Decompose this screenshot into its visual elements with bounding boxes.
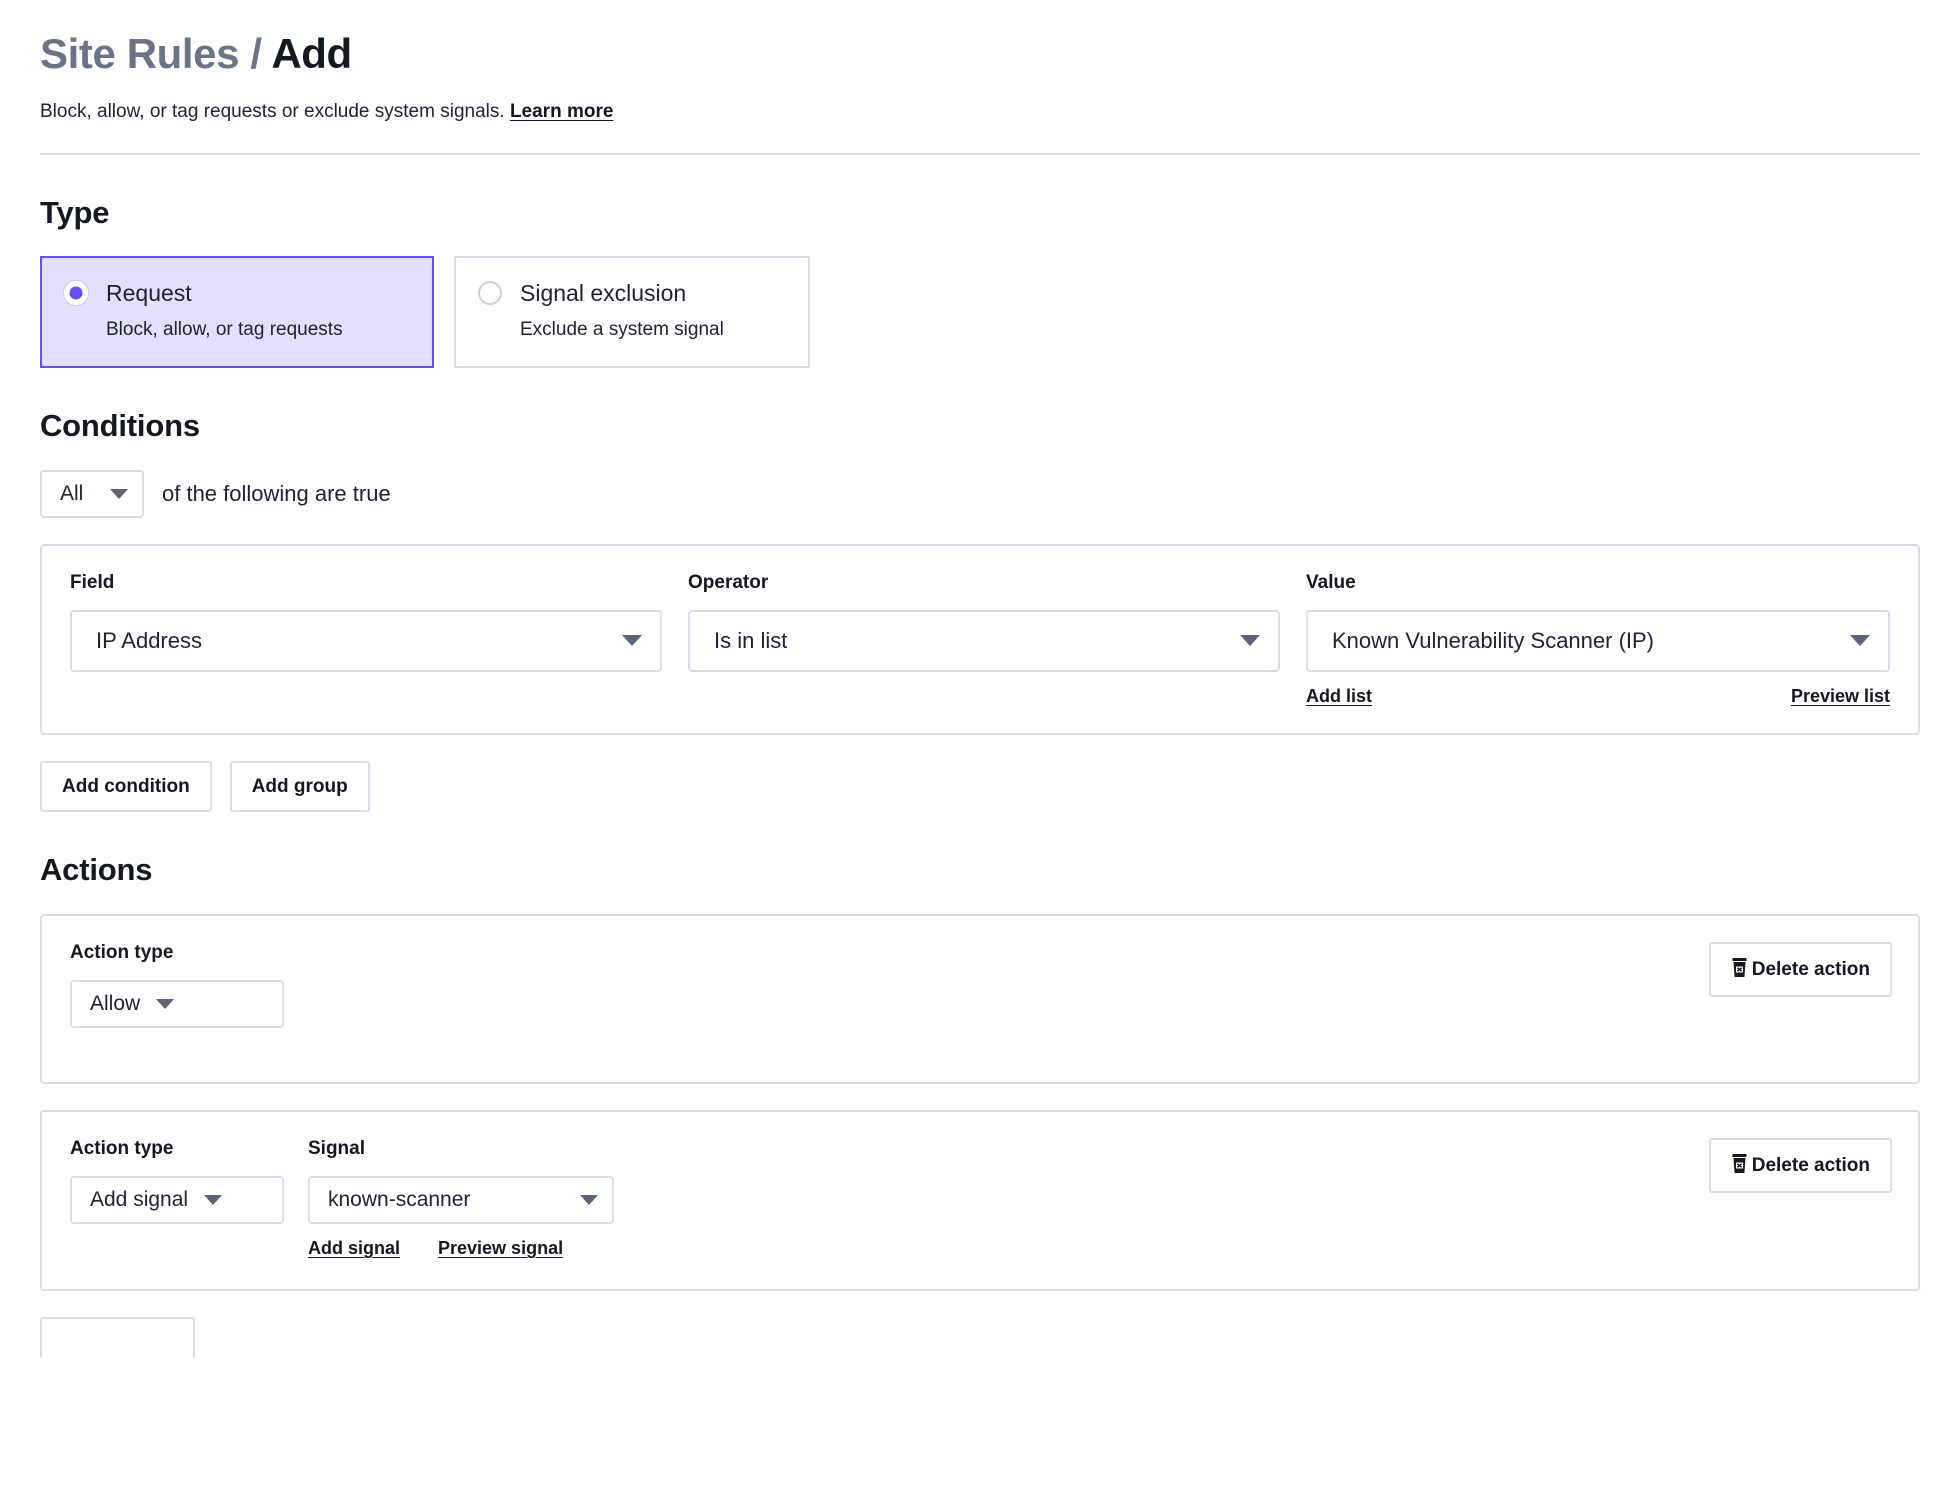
radio-signal-exclusion-icon[interactable] (478, 281, 502, 306)
condition-field-select[interactable]: IP Address (70, 609, 662, 672)
action-type-column: Action type Add signal (70, 1138, 284, 1259)
signal-column: Signal known-scanner Add signal Preview … (308, 1138, 614, 1259)
condition-value-label: Value (1306, 571, 1356, 593)
condition-field-column: Field IP Address (70, 572, 662, 707)
add-action-button-partial[interactable] (40, 1316, 195, 1357)
condition-value-select-value: Known Vulnerability Scanner (IP) (1332, 627, 1655, 653)
add-signal-link[interactable]: Add signal (308, 1238, 400, 1259)
condition-row: Field IP Address Operator Is in list Val… (40, 543, 1920, 735)
conditions-match-select-value: All (60, 481, 84, 505)
chevron-down-icon (622, 635, 642, 647)
condition-operator-label: Operator (688, 571, 769, 593)
type-option-signal-exclusion-description: Exclude a system signal (520, 318, 724, 340)
page-subtitle-text: Block, allow, or tag requests or exclude… (40, 101, 505, 123)
conditions-button-row: Add condition Add group (40, 760, 1920, 812)
delete-action-button-label: Delete action (1751, 958, 1870, 980)
breadcrumb-separator: / (250, 30, 262, 77)
add-condition-button[interactable]: Add condition (40, 760, 212, 812)
condition-operator-column: Operator Is in list (688, 572, 1280, 707)
action-card: Action type Add signal Signal known-scan… (40, 1109, 1920, 1291)
action-type-select-value: Add signal (90, 1187, 189, 1211)
breadcrumb-current: Add (271, 30, 352, 77)
condition-row-grid: Field IP Address Operator Is in list Val… (70, 572, 1890, 707)
chevron-down-icon (156, 998, 175, 1009)
type-option-group: Request Block, allow, or tag requests Si… (40, 255, 1920, 368)
action-fields: Action type Allow (70, 942, 284, 1028)
condition-operator-select-value: Is in list (714, 627, 788, 653)
action-type-select[interactable]: Allow (70, 979, 284, 1028)
preview-signal-link[interactable]: Preview signal (438, 1238, 563, 1259)
action-type-column: Action type Allow (70, 942, 284, 1028)
signal-select[interactable]: known-scanner (308, 1175, 614, 1224)
condition-field-select-value: IP Address (96, 627, 202, 653)
page-title: Site Rules / Add (40, 30, 1920, 78)
type-option-request[interactable]: Request Block, allow, or tag requests (40, 255, 434, 368)
conditions-match-row: All of the following are true (40, 469, 1920, 518)
header-divider (40, 152, 1920, 155)
condition-value-column: Value Known Vulnerability Scanner (IP) A… (1306, 572, 1890, 707)
type-option-request-label: Request (106, 279, 192, 306)
action-card: Action type Allow Delete action (40, 913, 1920, 1084)
add-group-button[interactable]: Add group (229, 760, 370, 812)
trash-icon (1731, 957, 1748, 981)
page-subtitle: Block, allow, or tag requests or exclude… (40, 100, 1920, 125)
condition-field-label: Field (70, 571, 115, 593)
signal-label: Signal (308, 1137, 366, 1159)
actions-section-heading: Actions (40, 851, 153, 887)
trash-icon (1731, 1153, 1748, 1177)
type-option-request-header: Request (64, 280, 406, 307)
signal-select-value: known-scanner (328, 1187, 471, 1211)
action-type-select[interactable]: Add signal (70, 1175, 284, 1224)
action-fields: Action type Add signal Signal known-scan… (70, 1138, 614, 1259)
signal-links: Add signal Preview signal (308, 1238, 614, 1259)
type-option-request-description: Block, allow, or tag requests (106, 318, 343, 340)
conditions-match-suffix: of the following are true (162, 480, 391, 506)
condition-operator-select[interactable]: Is in list (688, 609, 1280, 672)
type-section-heading: Type (40, 194, 110, 230)
action-type-select-value: Allow (90, 991, 141, 1015)
condition-value-links: Add list Preview list (1306, 686, 1890, 707)
site-rules-add-page: Site Rules / Add Block, allow, or tag re… (0, 0, 1960, 1357)
type-option-signal-exclusion-header: Signal exclusion (478, 280, 782, 307)
learn-more-link[interactable]: Learn more (510, 101, 613, 122)
chevron-down-icon (1240, 635, 1260, 647)
delete-action-button[interactable]: Delete action (1708, 941, 1892, 997)
delete-action-button[interactable]: Delete action (1708, 1137, 1892, 1193)
conditions-section-heading: Conditions (40, 407, 200, 443)
condition-value-select[interactable]: Known Vulnerability Scanner (IP) (1306, 609, 1890, 672)
type-option-signal-exclusion[interactable]: Signal exclusion Exclude a system signal (454, 255, 810, 368)
preview-list-link[interactable]: Preview list (1791, 686, 1890, 707)
chevron-down-icon (1850, 635, 1870, 647)
action-type-label: Action type (70, 1137, 174, 1159)
chevron-down-icon (204, 1194, 223, 1205)
action-type-label: Action type (70, 941, 174, 963)
type-option-signal-exclusion-label: Signal exclusion (520, 279, 687, 306)
add-list-link[interactable]: Add list (1306, 686, 1372, 707)
conditions-match-select[interactable]: All (40, 469, 144, 518)
delete-action-button-label: Delete action (1751, 1154, 1870, 1176)
breadcrumb-parent[interactable]: Site Rules (40, 30, 239, 77)
chevron-down-icon (110, 488, 128, 499)
radio-request-icon[interactable] (64, 281, 88, 306)
chevron-down-icon (580, 1194, 598, 1205)
